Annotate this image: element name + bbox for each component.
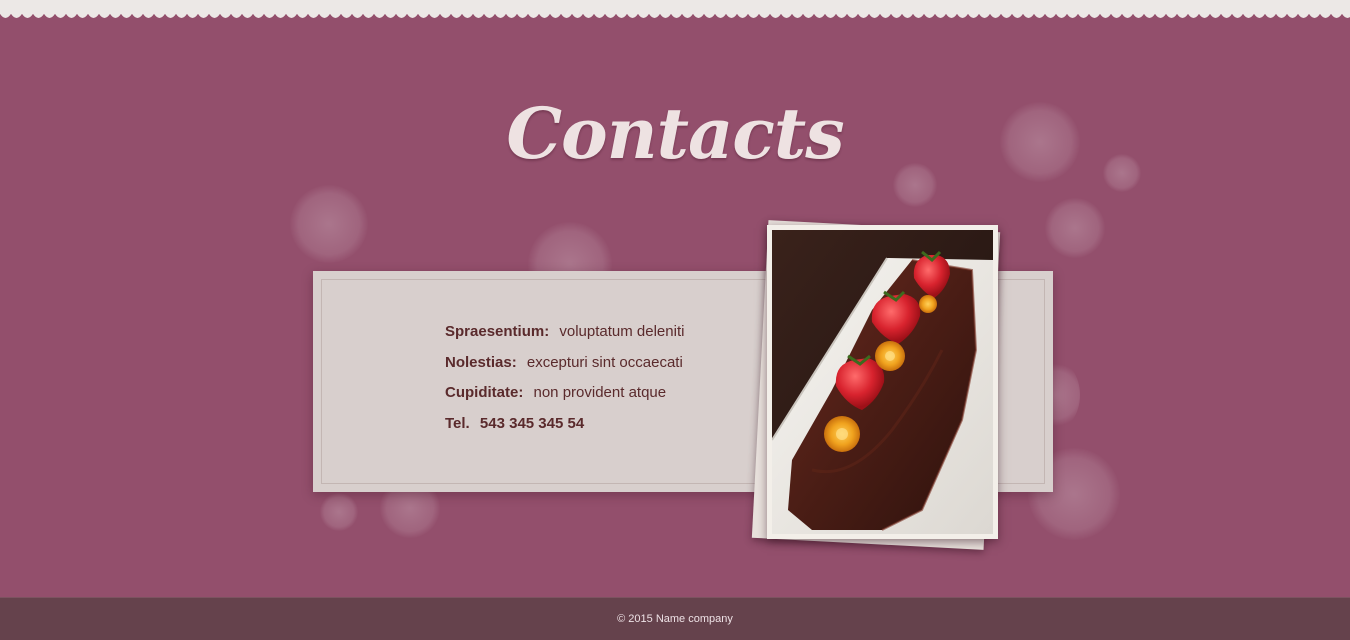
contact-info-label: Cupiditate:: [445, 384, 524, 401]
contact-info-line: Spraesentium: voluptatum deleniti: [445, 323, 684, 354]
contact-info-label: Nolestias:: [445, 353, 517, 371]
scalloped-top-border: [0, 0, 1350, 30]
contact-info-value: excepturi sint occaecati: [526, 353, 683, 371]
contact-info-value: non provident atque: [533, 384, 667, 401]
contact-info-line: Nolestias: excepturi sint occaecati: [445, 354, 684, 385]
contact-info-label: Spraesentium:: [445, 323, 550, 340]
contact-info-line: Cupiditate: non provident atque: [445, 384, 684, 415]
contact-info-value: voluptatum deleniti: [559, 323, 685, 340]
copyright-text: © 2015 Name company: [617, 613, 733, 625]
bokeh-circle: [290, 185, 368, 263]
footer: © 2015 Name company: [0, 597, 1350, 640]
phone-label: Tel.: [445, 414, 470, 432]
cake-photo: [772, 230, 993, 534]
bokeh-circle: [320, 493, 358, 531]
phone-line: Tel. 543 345 345 54: [445, 415, 684, 446]
contact-info-list: Spraesentium: voluptatum deleniti Nolest…: [445, 323, 684, 445]
page-title: Contacts: [506, 92, 844, 175]
cake-photo-frame: [767, 225, 998, 539]
phone-number[interactable]: 543 345 345 54: [480, 415, 584, 432]
bokeh-circle: [1045, 198, 1105, 258]
cake-illustration: [772, 230, 993, 534]
